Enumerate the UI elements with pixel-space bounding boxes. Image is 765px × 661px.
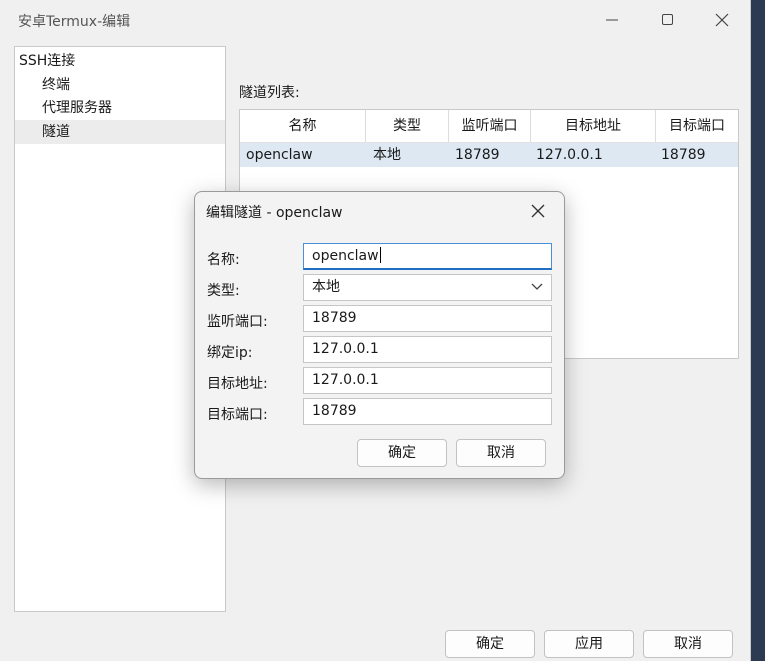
table-row[interactable]: openclaw 本地 18789 127.0.0.1 18789: [240, 143, 738, 167]
tree-item-ssh[interactable]: SSH连接: [15, 49, 225, 73]
dialog-cancel-button[interactable]: 取消: [456, 439, 546, 467]
close-icon: [715, 13, 729, 27]
bind-ip-label: 绑定ip:: [207, 345, 253, 361]
maximize-icon: [662, 14, 673, 25]
type-value: 本地: [312, 279, 340, 295]
type-select[interactable]: 本地: [303, 274, 552, 301]
cell-target-port: 18789: [661, 147, 706, 163]
window-close-button[interactable]: [698, 6, 746, 34]
tree-item-terminal[interactable]: 终端: [15, 73, 225, 97]
window-title: 安卓Termux-编辑: [18, 14, 131, 30]
target-address-input[interactable]: 127.0.0.1: [303, 367, 552, 394]
table-header: 名称 类型 监听端口 目标地址 目标端口: [240, 110, 738, 143]
column-header-target-port[interactable]: 目标端口: [656, 110, 738, 142]
column-header-listen-port[interactable]: 监听端口: [449, 110, 531, 142]
target-port-input[interactable]: 18789: [303, 398, 552, 425]
column-header-name[interactable]: 名称: [240, 110, 366, 142]
column-header-type[interactable]: 类型: [366, 110, 449, 142]
minimize-button[interactable]: [588, 6, 636, 34]
type-label: 类型:: [207, 283, 240, 299]
chevron-down-icon: [531, 283, 543, 290]
name-input[interactable]: openclaw: [303, 243, 552, 270]
target-address-label: 目标地址:: [207, 376, 268, 392]
minimize-icon: [606, 19, 618, 21]
close-icon: [531, 204, 545, 218]
cell-target-address: 127.0.0.1: [536, 147, 603, 163]
title-bar[interactable]: 安卓Termux-编辑: [0, 0, 750, 40]
apply-button[interactable]: 应用: [544, 630, 634, 658]
ok-button[interactable]: 确定: [445, 630, 535, 658]
text-caret: [379, 247, 381, 263]
cancel-button[interactable]: 取消: [643, 630, 733, 658]
target-port-label: 目标端口:: [207, 407, 268, 423]
edit-tunnel-dialog: 编辑隧道 - openclaw 名称: openclaw 类型: 本地 监听端口…: [194, 191, 565, 479]
tree-item-proxy[interactable]: 代理服务器: [15, 96, 225, 120]
dialog-ok-button[interactable]: 确定: [357, 439, 447, 467]
name-label: 名称:: [207, 252, 240, 268]
maximize-button[interactable]: [644, 6, 692, 34]
tree-item-tunnel[interactable]: 隧道: [15, 120, 225, 144]
listen-port-label: 监听端口:: [207, 314, 268, 330]
dialog-title: 编辑隧道 - openclaw: [206, 205, 343, 221]
cell-name: openclaw: [246, 147, 313, 163]
tunnel-list-label: 隧道列表:: [239, 85, 300, 101]
name-value: openclaw: [312, 248, 379, 264]
tree-item-label: 隧道: [42, 124, 70, 140]
dialog-close-button[interactable]: [525, 198, 551, 224]
cell-listen-port: 18789: [455, 147, 500, 163]
cell-type: 本地: [373, 147, 401, 163]
tree-item-label: 终端: [42, 77, 70, 93]
bind-ip-input[interactable]: 127.0.0.1: [303, 336, 552, 363]
tree-item-label: 代理服务器: [42, 100, 112, 116]
column-header-target-address[interactable]: 目标地址: [531, 110, 656, 142]
listen-port-input[interactable]: 18789: [303, 305, 552, 332]
tree-item-label: SSH连接: [19, 53, 76, 69]
